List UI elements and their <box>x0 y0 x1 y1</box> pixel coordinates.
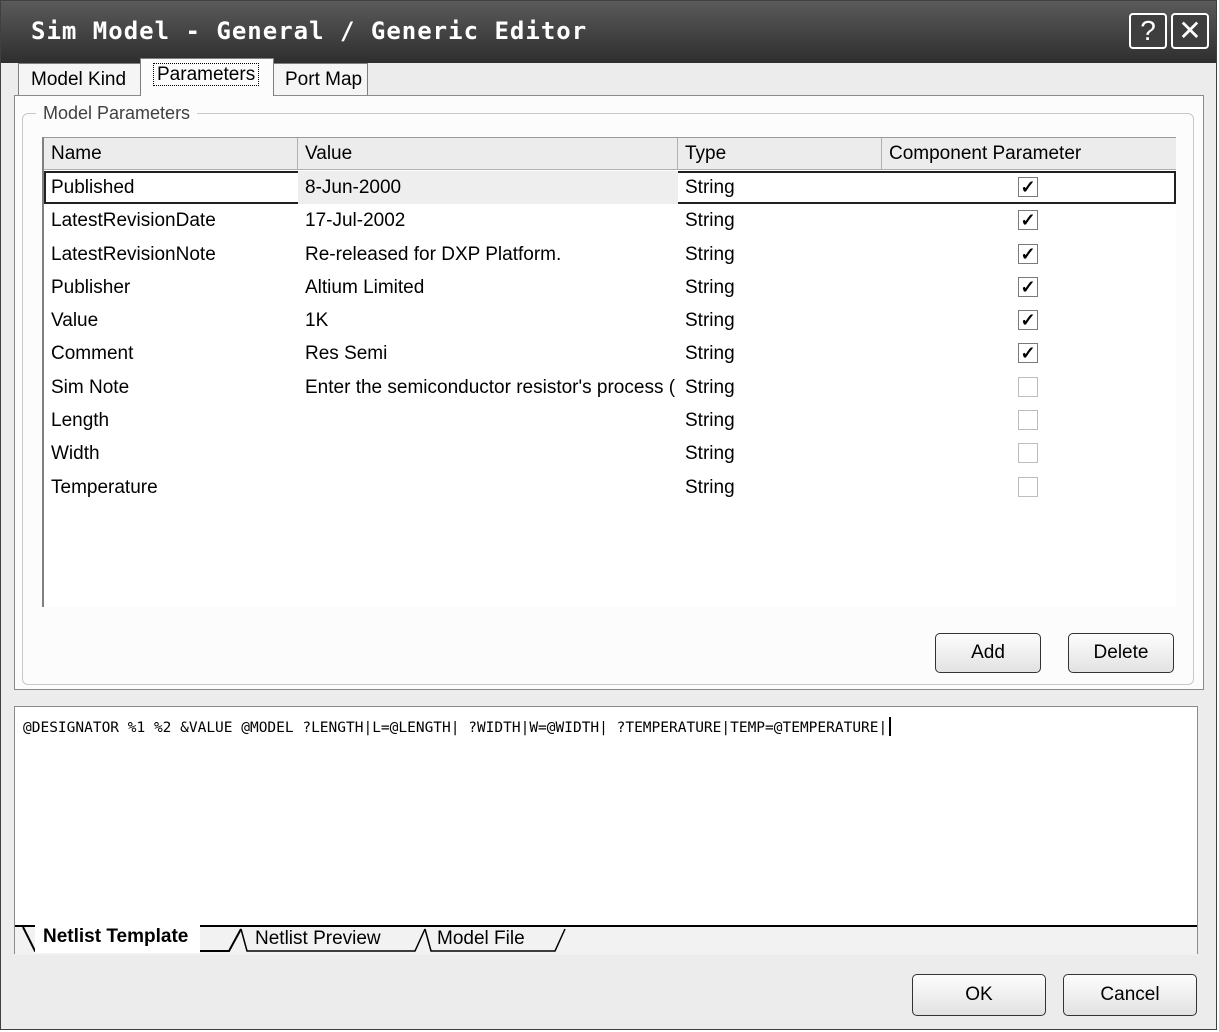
group-legend: Model Parameters <box>36 103 198 124</box>
param-type-cell[interactable]: String <box>678 371 882 404</box>
component-parameter-cell: ✓ <box>882 238 1176 271</box>
parameters-grid[interactable]: Name Value Type Component Parameter Publ… <box>42 137 1176 607</box>
param-name-cell[interactable]: LatestRevisionNote <box>44 238 298 271</box>
table-row[interactable]: Width String <box>44 437 1176 470</box>
column-header-name[interactable]: Name <box>44 138 298 169</box>
param-value-cell[interactable]: 8-Jun-2000 <box>298 171 678 204</box>
title-bar[interactable]: Sim Model - General / Generic Editor ? ✕ <box>1 1 1216 63</box>
param-value-cell[interactable]: Re-released for DXP Platform. <box>298 238 678 271</box>
param-value-cell[interactable]: 1K <box>298 304 678 337</box>
component-parameter-checkbox[interactable] <box>1018 476 1038 497</box>
component-parameter-cell <box>882 371 1176 404</box>
param-value-cell[interactable]: 17-Jul-2002 <box>298 204 678 237</box>
table-row[interactable]: Value 1K String ✓ <box>44 304 1176 337</box>
component-parameter-checkbox[interactable] <box>1018 410 1038 431</box>
netlist-template-editor[interactable]: @DESIGNATOR %1 %2 &VALUE @MODEL ?LENGTH|… <box>23 717 892 736</box>
component-parameter-cell: ✓ <box>882 171 1176 204</box>
tab-netlist-preview[interactable]: Netlist Preview <box>255 927 381 953</box>
param-value-cell[interactable] <box>298 404 678 437</box>
column-header-value[interactable]: Value <box>298 138 678 169</box>
tab-model-file[interactable]: Model File <box>437 927 525 953</box>
tab-netlist-template[interactable]: Netlist Template <box>35 925 201 953</box>
component-parameter-checkbox[interactable]: ✓ <box>1018 243 1038 264</box>
component-parameter-cell: ✓ <box>882 204 1176 237</box>
param-type-cell[interactable]: String <box>678 204 882 237</box>
table-row[interactable]: Sim Note Enter the semiconductor resistor… <box>44 371 1176 404</box>
delete-button[interactable]: Delete <box>1068 633 1174 673</box>
table-row[interactable]: Published 8-Jun-2000 String ✓ <box>44 171 1176 205</box>
table-row[interactable]: Comment Res Semi String ✓ <box>44 337 1176 370</box>
component-parameter-cell: ✓ <box>882 337 1176 370</box>
netlist-template-text[interactable]: @DESIGNATOR %1 %2 &VALUE @MODEL ?LENGTH|… <box>23 720 887 736</box>
param-type-cell[interactable]: String <box>678 271 882 304</box>
param-name-cell[interactable]: Width <box>44 437 298 470</box>
component-parameter-cell: ✓ <box>882 271 1176 304</box>
component-parameter-cell <box>882 471 1176 504</box>
ok-button[interactable]: OK <box>912 974 1046 1016</box>
param-type-cell[interactable]: String <box>678 304 882 337</box>
param-name-cell[interactable]: Length <box>44 404 298 437</box>
param-type-cell[interactable]: String <box>678 404 882 437</box>
component-parameter-checkbox[interactable]: ✓ <box>1018 210 1038 231</box>
param-name-cell[interactable]: Value <box>44 304 298 337</box>
component-parameter-checkbox[interactable] <box>1018 443 1038 464</box>
cancel-button[interactable]: Cancel <box>1063 974 1197 1016</box>
param-type-cell[interactable]: String <box>678 437 882 470</box>
grid-rows: Published 8-Jun-2000 String ✓ LatestRevision… <box>44 171 1176 504</box>
add-button[interactable]: Add <box>935 633 1041 673</box>
netlist-tabs: Netlist Template Netlist Preview Model F… <box>15 925 1197 955</box>
param-value-cell[interactable] <box>298 471 678 504</box>
param-type-cell[interactable]: String <box>678 238 882 271</box>
param-value-cell[interactable]: Altium Limited <box>298 271 678 304</box>
column-header-component-parameter[interactable]: Component Parameter <box>882 138 1176 169</box>
tab-parameters[interactable]: Parameters <box>140 58 274 96</box>
param-type-cell[interactable]: String <box>678 337 882 370</box>
param-name-cell[interactable]: LatestRevisionDate <box>44 204 298 237</box>
component-parameter-checkbox[interactable] <box>1018 376 1038 397</box>
tab-parameters-label: Parameters <box>153 63 260 86</box>
param-name-cell[interactable]: Sim Note <box>44 371 298 404</box>
param-type-cell[interactable]: String <box>678 171 882 204</box>
window-title: Sim Model - General / Generic Editor <box>31 17 588 45</box>
component-parameter-checkbox[interactable]: ✓ <box>1018 343 1038 364</box>
tab-model-kind[interactable]: Model Kind <box>18 63 142 97</box>
component-parameter-cell <box>882 437 1176 470</box>
table-row[interactable]: Length String <box>44 404 1176 437</box>
table-row[interactable]: Publisher Altium Limited String ✓ <box>44 271 1176 304</box>
param-value-cell[interactable]: Enter the semiconductor resistor's proce… <box>298 371 678 404</box>
netlist-panel: @DESIGNATOR %1 %2 &VALUE @MODEL ?LENGTH|… <box>14 706 1198 955</box>
component-parameter-checkbox[interactable]: ✓ <box>1018 177 1038 197</box>
component-parameter-cell: ✓ <box>882 304 1176 337</box>
grid-header: Name Value Type Component Parameter <box>44 138 1176 170</box>
param-name-cell[interactable]: Publisher <box>44 271 298 304</box>
param-type-cell[interactable]: String <box>678 471 882 504</box>
help-button[interactable]: ? <box>1129 13 1167 49</box>
param-name-cell[interactable]: Published <box>44 171 298 204</box>
close-button[interactable]: ✕ <box>1171 13 1209 49</box>
table-row[interactable]: Temperature String <box>44 471 1176 504</box>
param-name-cell[interactable]: Comment <box>44 337 298 370</box>
table-row[interactable]: LatestRevisionNote Re-released for DXP Pl… <box>44 238 1176 271</box>
component-parameter-cell <box>882 404 1176 437</box>
component-parameter-checkbox[interactable]: ✓ <box>1018 310 1038 331</box>
param-value-cell[interactable] <box>298 437 678 470</box>
column-header-type[interactable]: Type <box>678 138 882 169</box>
param-value-cell[interactable]: Res Semi <box>298 337 678 370</box>
text-caret <box>889 717 892 736</box>
component-parameter-checkbox[interactable]: ✓ <box>1018 276 1038 297</box>
param-name-cell[interactable]: Temperature <box>44 471 298 504</box>
tab-port-map[interactable]: Port Map <box>272 63 368 97</box>
table-row[interactable]: LatestRevisionDate 17-Jul-2002 String ✓ <box>44 204 1176 237</box>
